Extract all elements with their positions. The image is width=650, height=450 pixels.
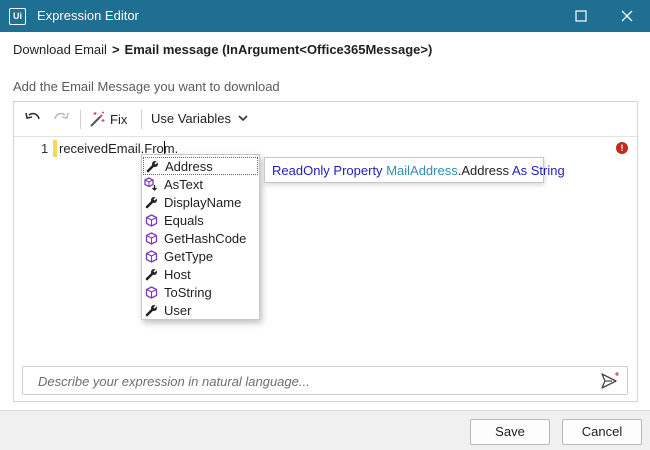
autocomplete-item[interactable]: Equals bbox=[143, 211, 258, 229]
fix-button[interactable]: Fix bbox=[89, 111, 127, 127]
autocomplete-item[interactable]: GetType bbox=[143, 247, 258, 265]
autocomplete-item-label: ToString bbox=[164, 284, 212, 300]
line-number: 1 bbox=[41, 141, 49, 156]
autocomplete-item-label: Equals bbox=[164, 212, 204, 228]
autocomplete-item[interactable]: ToString bbox=[143, 283, 258, 301]
magic-wand-icon bbox=[90, 111, 105, 127]
autocomplete-item-label: DisplayName bbox=[164, 194, 242, 210]
breadcrumb-current: Email message (InArgument<Office365Messa… bbox=[124, 42, 433, 57]
wrench-icon bbox=[145, 159, 159, 173]
save-button[interactable]: Save bbox=[470, 419, 550, 445]
wrench-icon bbox=[144, 303, 158, 317]
extension-method-icon bbox=[144, 177, 158, 191]
natural-language-placeholder: Describe your expression in natural lang… bbox=[38, 374, 310, 389]
autocomplete-item[interactable]: User bbox=[143, 301, 258, 319]
cancel-button[interactable]: Cancel bbox=[562, 419, 642, 445]
toolbar-divider bbox=[141, 110, 142, 129]
autocomplete-item[interactable]: AsText bbox=[143, 175, 258, 193]
method-cube-icon bbox=[144, 249, 158, 263]
use-variables-label: Use Variables bbox=[151, 111, 231, 126]
editor-toolbar: Fix Use Variables bbox=[14, 102, 637, 137]
tooltip-member: .Address bbox=[457, 163, 510, 178]
tooltip-type: MailAddress bbox=[386, 163, 458, 178]
breadcrumb: Download Email > Email message (InArgument… bbox=[13, 42, 432, 57]
breadcrumb-parent[interactable]: Download Email bbox=[13, 42, 107, 57]
tooltip-keyword: ReadOnly Property bbox=[272, 163, 383, 178]
autocomplete-item-label: Address bbox=[165, 158, 213, 174]
change-indicator bbox=[53, 140, 57, 157]
wrench-icon bbox=[144, 267, 158, 281]
maximize-button[interactable] bbox=[558, 0, 604, 32]
autocomplete-item[interactable]: GetHashCode bbox=[143, 229, 258, 247]
app-logo-icon: Ui bbox=[9, 8, 26, 25]
natural-language-input[interactable]: Describe your expression in natural lang… bbox=[22, 366, 628, 395]
tooltip-return-type: As String bbox=[511, 163, 565, 178]
title-bar: Ui Expression Editor bbox=[0, 0, 650, 32]
close-button[interactable] bbox=[604, 0, 650, 32]
autocomplete-item[interactable]: DisplayName bbox=[143, 193, 258, 211]
autocomplete-list: Address AsText DisplayName Equals GetHas… bbox=[141, 154, 260, 320]
autocomplete-item-label: User bbox=[164, 302, 192, 318]
use-variables-dropdown[interactable]: Use Variables bbox=[151, 111, 248, 126]
close-icon bbox=[621, 10, 633, 22]
undo-icon bbox=[25, 112, 40, 120]
autocomplete-item-label: AsText bbox=[164, 176, 204, 192]
fix-label: Fix bbox=[110, 111, 128, 127]
chevron-down-icon bbox=[238, 115, 248, 122]
autocomplete-item[interactable]: Address bbox=[143, 157, 258, 175]
method-cube-icon bbox=[144, 231, 158, 245]
window-title: Expression Editor bbox=[37, 8, 139, 23]
code-line[interactable]: 1 receivedEmail.From. ! bbox=[14, 139, 637, 159]
maximize-icon bbox=[575, 10, 587, 22]
redo-icon bbox=[54, 112, 69, 120]
autocomplete-item[interactable]: Host bbox=[143, 265, 258, 283]
undo-button[interactable] bbox=[25, 111, 41, 125]
toolbar-divider bbox=[80, 110, 81, 129]
editor-hint: Add the Email Message you want to downlo… bbox=[13, 79, 280, 94]
autocomplete-item-label: GetHashCode bbox=[164, 230, 247, 246]
autocomplete-item-label: Host bbox=[164, 266, 191, 282]
send-icon[interactable] bbox=[601, 371, 621, 390]
method-cube-icon bbox=[144, 285, 158, 299]
redo-button[interactable] bbox=[53, 111, 69, 125]
method-cube-icon bbox=[144, 213, 158, 227]
dialog-footer: Save Cancel bbox=[0, 410, 650, 450]
breadcrumb-separator: > bbox=[111, 42, 120, 57]
wrench-icon bbox=[144, 195, 158, 209]
autocomplete-item-label: GetType bbox=[164, 248, 214, 264]
expression-editor: Fix Use Variables 1 receivedEmail.From. … bbox=[13, 101, 638, 402]
error-icon[interactable]: ! bbox=[616, 142, 628, 154]
member-info-tooltip: ReadOnly Property MailAddress.Address As… bbox=[264, 157, 565, 183]
